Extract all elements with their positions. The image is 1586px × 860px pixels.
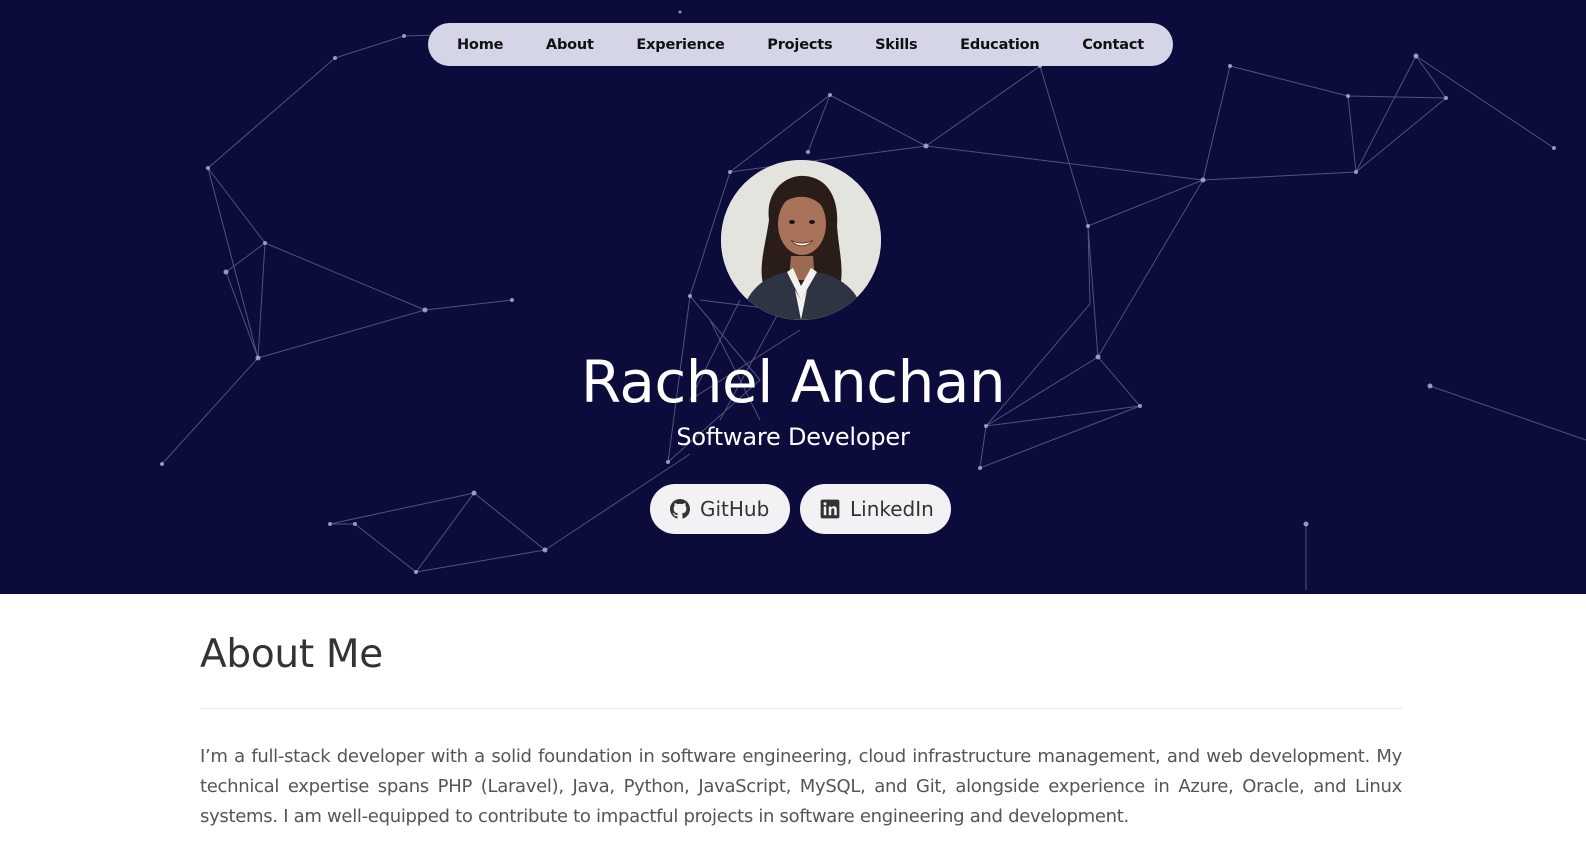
hero-name: Rachel Anchan — [580, 348, 1006, 416]
github-label: GitHub — [700, 497, 770, 521]
linkedin-label: LinkedIn — [850, 497, 934, 521]
main-navbar: Home About Experience Projects Skills Ed… — [428, 23, 1173, 66]
nav-skills[interactable]: Skills — [875, 37, 918, 53]
hero-section: Home About Experience Projects Skills Ed… — [0, 0, 1586, 594]
github-icon — [670, 499, 690, 519]
linkedin-icon — [820, 499, 840, 519]
about-title: About Me — [200, 632, 383, 677]
about-divider — [200, 708, 1402, 709]
nav-education[interactable]: Education — [960, 37, 1040, 53]
nav-home[interactable]: Home — [457, 37, 503, 53]
about-text: I’m a full-stack developer with a solid … — [200, 746, 1402, 827]
nav-contact[interactable]: Contact — [1082, 37, 1144, 53]
profile-photo — [721, 160, 881, 320]
profile-avatar — [721, 160, 881, 320]
nav-about[interactable]: About — [546, 37, 594, 53]
nav-projects[interactable]: Projects — [767, 37, 832, 53]
hero-role: Software Developer — [676, 423, 910, 451]
about-section: About Me I’m a full-stack developer with… — [200, 594, 1402, 832]
nav-experience[interactable]: Experience — [636, 37, 724, 53]
github-button[interactable]: GitHub — [650, 484, 790, 534]
linkedin-button[interactable]: LinkedIn — [800, 484, 951, 534]
